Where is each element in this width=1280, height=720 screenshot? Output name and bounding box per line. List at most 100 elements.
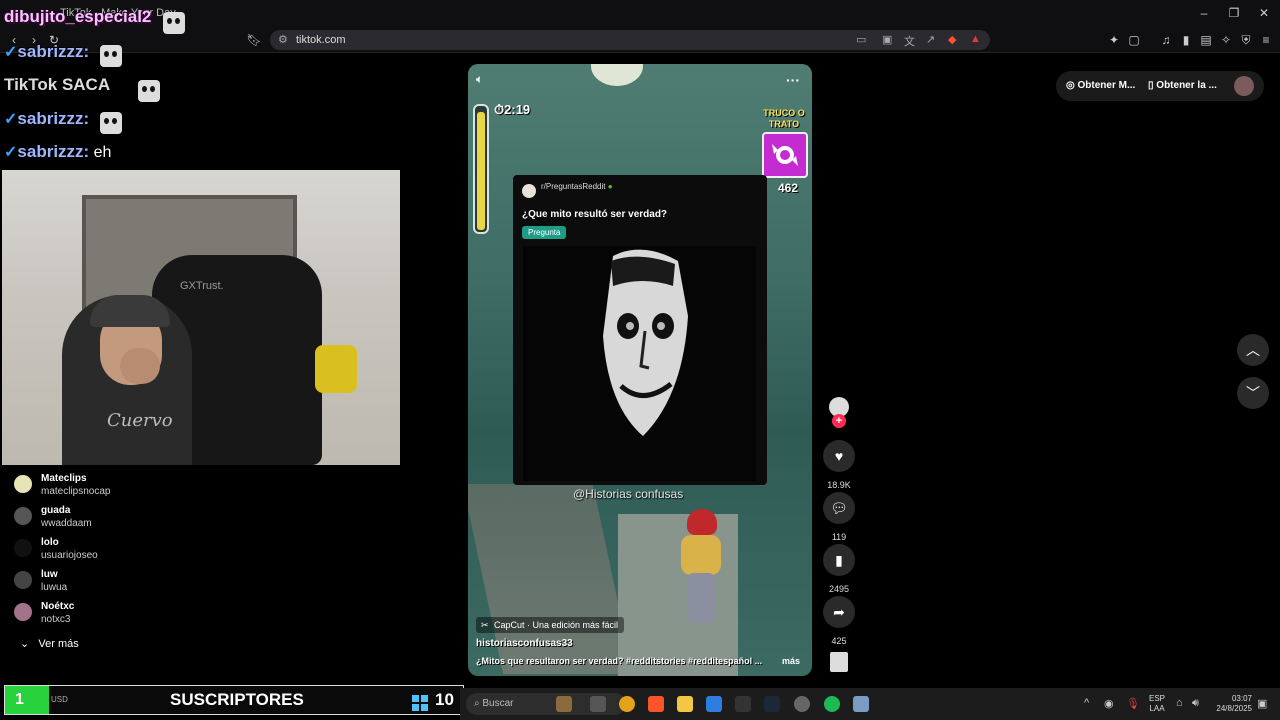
translate-icon[interactable]: 文 [904, 33, 915, 49]
skull-emote-icon [100, 112, 122, 134]
save-button[interactable]: ▮ 2495 [822, 544, 856, 594]
chat-text: eh [93, 144, 112, 161]
video-watermark: @Historias confusas [573, 487, 684, 501]
followed-account[interactable]: Noétxc notxc3 [14, 601, 214, 629]
minimize-icon[interactable]: – [1194, 6, 1214, 20]
timer-fill [477, 112, 485, 230]
store-icon[interactable] [706, 696, 722, 712]
account-handle: wwaddaam [41, 518, 92, 529]
share-button[interactable]: ➦ 425 [822, 596, 856, 646]
clock[interactable]: 03:07 24/8/2025 [1212, 694, 1252, 714]
video-caption: ¿Mitos que resultaron ser verdad? #reddi… [476, 656, 763, 666]
vpn-icon[interactable]: ⛨ [1238, 33, 1254, 48]
tray-chevron-icon[interactable]: ^ [1084, 697, 1089, 709]
account-handle: notxc3 [41, 614, 71, 625]
leo-icon[interactable]: ✧ [1218, 33, 1234, 47]
post-image [523, 246, 756, 481]
account-name: guada [41, 505, 71, 516]
followed-account[interactable]: luw luwua [14, 569, 214, 597]
language-indicator[interactable]: ESP LAA [1149, 694, 1165, 714]
get-coins-button[interactable]: ◎ Obtener M... [1066, 80, 1135, 91]
windows-start-icon[interactable] [412, 695, 428, 711]
see-more-button[interactable]: ⌄ Ver más [20, 637, 79, 650]
creepy-face-image [603, 249, 688, 436]
shirt-text: Cuervo [107, 410, 173, 431]
avatar [14, 539, 32, 557]
volume-icon[interactable]: 🔈︎ [476, 72, 483, 87]
volume-tray-icon[interactable]: 🔊︎ [1192, 697, 1199, 710]
get-app-button[interactable]: ▯ Obtener la ... [1148, 80, 1217, 91]
timer-value: 2:19 [504, 102, 531, 117]
task-view-icon[interactable] [590, 696, 606, 712]
caption-more-link[interactable]: más [782, 656, 800, 666]
like-button[interactable]: ♥ 18.9K [822, 440, 856, 490]
share-arrow-icon: ➦ [823, 596, 855, 628]
followed-account[interactable]: lolo usuariojoseo [14, 537, 214, 565]
settings-icon[interactable] [853, 696, 869, 712]
next-video-button[interactable]: ﹀ [1237, 377, 1269, 409]
coin-icon: ◎ [1066, 80, 1075, 91]
mic-icon[interactable]: 🎙︎ [1126, 697, 1140, 710]
browser-titlebar: TikTok - Make Your Day – ❐ ✕ [0, 0, 1280, 28]
account-name: Mateclips [41, 473, 87, 484]
account-name: Noétxc [41, 601, 75, 612]
brave-icon[interactable] [648, 696, 664, 712]
chat-message: ✓sabrizzz: [4, 109, 89, 129]
game-timer: ⏱2:19 [494, 102, 531, 117]
chevron-down-icon: ⌄ [20, 638, 30, 650]
bookmark-icon[interactable]: 🔖︎ [246, 33, 262, 47]
save-count: 2495 [828, 584, 850, 594]
follow-plus-icon[interactable]: + [832, 414, 846, 428]
comment-button[interactable]: 💬︎ 119 [822, 492, 856, 542]
share-icon[interactable]: ↗ [926, 33, 935, 46]
skull-emote-icon [163, 12, 185, 34]
epic-games-icon[interactable] [735, 696, 751, 712]
close-icon[interactable]: ✕ [1254, 6, 1274, 20]
followed-account[interactable]: guada wwaddaam [14, 505, 214, 533]
profile-avatar[interactable] [1234, 76, 1254, 96]
capcut-badge[interactable]: ✂ CapCut · Una edición más fácil [476, 617, 625, 633]
chrome-icon[interactable] [619, 696, 635, 712]
microphone [315, 345, 357, 393]
sidebar-icon[interactable]: ▮ [1178, 33, 1194, 47]
share-count: 425 [831, 636, 847, 646]
verified-icon: ✓ [4, 44, 18, 61]
screenshot-icon[interactable]: ▢ [1126, 33, 1142, 47]
stream-title: dibujito_especial2 [4, 7, 152, 26]
notification-icon[interactable]: ▣ [1257, 697, 1267, 710]
currency-label: USD [51, 695, 68, 704]
media-icon[interactable]: ♫ [1158, 33, 1174, 47]
heart-icon: ♥ [823, 440, 855, 472]
brave-shield-icon[interactable]: ◆ [948, 33, 956, 46]
post-question: ¿Que mito resultó ser verdad? [522, 209, 668, 220]
discord-icon[interactable]: ◉ [1104, 697, 1114, 710]
obs-icon[interactable] [794, 696, 810, 712]
site-info-icon[interactable]: ⚙︎ [278, 33, 288, 46]
steam-icon[interactable] [764, 696, 780, 712]
verified-icon: ✓ [4, 144, 18, 161]
cast-icon[interactable]: ▣ [882, 33, 892, 46]
video-author[interactable]: historiasconfusas33 [476, 638, 573, 649]
deer-app-icon[interactable] [556, 696, 572, 712]
chat-text: TikTok SACA [4, 75, 111, 94]
account-handle: luwua [41, 582, 68, 593]
reader-icon[interactable]: ▭ [856, 33, 866, 46]
extensions-icon[interactable]: ✦ [1106, 33, 1122, 47]
video-player[interactable]: 🔈︎ ··· ⏱2:19 TRUCO O TRATO 462 r/Pregunt… [468, 64, 812, 676]
rewards-icon[interactable]: ▲ [970, 33, 981, 45]
maximize-icon[interactable]: ❐ [1224, 6, 1244, 20]
chat-message: ✓sabrizzz: eh [4, 142, 111, 162]
previous-video-button[interactable]: ︿ [1237, 334, 1269, 366]
address-bar[interactable]: ⚙︎ tiktok.com ▭ ▣ 文 ↗ ◆ ▲ [270, 30, 990, 50]
followed-account[interactable]: Mateclips mateclipsnocap [14, 473, 214, 501]
url-text: tiktok.com [296, 34, 346, 46]
more-options-icon[interactable]: ··· [786, 72, 800, 88]
chevron-up-icon: ︿ [1246, 342, 1260, 358]
network-icon[interactable]: ⌂ [1176, 697, 1183, 709]
menu-icon[interactable]: ≡ [1258, 33, 1274, 47]
avatar [14, 603, 32, 621]
spotify-icon[interactable] [824, 696, 840, 712]
wallet-icon[interactable]: ▤ [1198, 33, 1214, 47]
music-disc-icon[interactable] [830, 652, 848, 672]
file-explorer-icon[interactable] [677, 696, 693, 712]
